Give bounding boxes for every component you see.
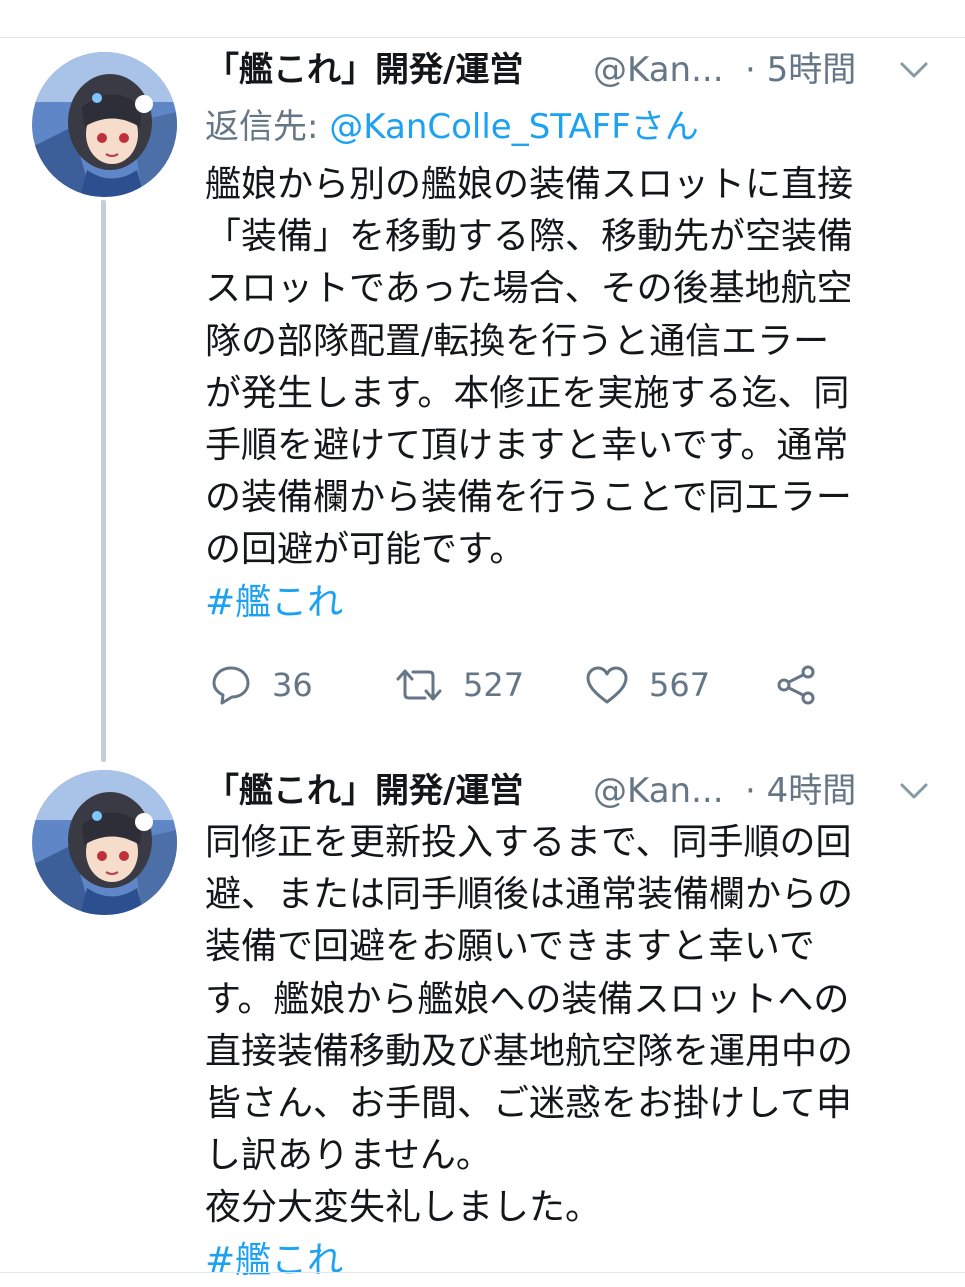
tweet-text-line: す。艦娘から艦娘への装備スロットへの	[205, 978, 850, 1020]
chevron-down-icon[interactable]	[898, 779, 930, 803]
share-nodes-icon	[777, 665, 815, 705]
tweet-text-line: 装備で回避をお願いできますと幸いで	[205, 926, 815, 968]
tweet-text-line: 皆さん、お手間、ご迷惑をお掛けして申	[205, 1082, 852, 1124]
tweet-text-line: 「装備」を移動する際、移動先が空装備	[205, 216, 854, 258]
tweet-text-line: が発生します。本修正を実施する迄、同	[205, 372, 850, 414]
tweet-text-line: 手順を避けて頂けますと幸いです。通常	[205, 424, 849, 466]
reply-label: 返信先:	[205, 107, 319, 147]
reply-mention-link[interactable]: @KanColle_STAFFさん	[329, 107, 699, 147]
bottom-divider	[0, 1272, 965, 1273]
avatar[interactable]	[32, 770, 177, 915]
retweet-count: 527	[463, 666, 525, 704]
tweet-text: 艦娘から別の艦娘の装備スロットに直接 「装備」を移動する際、移動先が空装備 スロ…	[205, 159, 935, 629]
top-divider	[0, 37, 965, 38]
tweet-text: 同修正を更新投入するまで、同手順の回 避、または同手順後は通常装備欄からの 装備…	[205, 817, 935, 1287]
tweet-2[interactable]: 「艦これ」開発/運営 @Kan... · 4時間 同修正を更新投入するまで、同手…	[205, 761, 935, 1287]
like-button[interactable]: 567	[585, 655, 710, 715]
retweet-button[interactable]: 527	[395, 655, 524, 715]
tweet-actions: 36 527 567	[205, 655, 865, 715]
tweet-text-line: の回避が可能です。	[205, 529, 526, 571]
author-name[interactable]: 「艦これ」開発/運営	[205, 761, 523, 821]
retweet-arrows-icon	[396, 669, 442, 701]
tweet-timestamp[interactable]: · 5時間	[745, 40, 856, 100]
like-count: 567	[649, 666, 711, 704]
tweet-header: 「艦これ」開発/運営 @Kan... · 5時間	[205, 40, 935, 100]
tweet-1[interactable]: 「艦これ」開発/運営 @Kan... · 5時間 返信先: @KanColle_…	[205, 40, 935, 629]
tweet-text-line: 直接装備移動及び基地航空隊を運用中の	[205, 1030, 854, 1072]
speech-bubble-icon	[212, 666, 250, 705]
tweet-text-line: スロットであった場合、その後基地航空	[205, 268, 853, 310]
avatar-image	[32, 770, 177, 915]
chevron-down-icon[interactable]	[898, 58, 930, 82]
author-name[interactable]: 「艦これ」開発/運営	[205, 40, 523, 100]
reply-count: 36	[272, 666, 313, 704]
hashtag-link[interactable]: #艦これ	[205, 577, 935, 629]
hashtag-link[interactable]: #艦これ	[205, 1235, 935, 1287]
share-button[interactable]	[775, 655, 817, 715]
tweet-timestamp[interactable]: · 4時間	[745, 761, 856, 821]
tweet-text-line: 夜分大変失礼しました。	[205, 1187, 602, 1229]
tweet-text-line: し訳ありません。	[205, 1135, 492, 1177]
tweet-header: 「艦これ」開発/運営 @Kan... · 4時間	[205, 761, 935, 821]
reply-context: 返信先: @KanColle_STAFFさん	[205, 100, 935, 154]
heart-icon	[586, 666, 628, 704]
thread-connector-line	[101, 200, 106, 762]
tweet-text-line: 隊の部隊配置/転換を行うと通信エラー	[205, 320, 830, 362]
tweet-text-line: 避、または同手順後は通常装備欄からの	[205, 874, 854, 916]
avatar-image	[32, 52, 177, 197]
author-handle[interactable]: @Kan...	[593, 761, 724, 821]
author-handle[interactable]: @Kan...	[593, 40, 724, 100]
tweet-text-line: 同修正を更新投入するまで、同手順の回	[205, 822, 852, 863]
reply-button[interactable]: 36	[210, 655, 313, 715]
tweet-text-line: 艦娘から別の艦娘の装備スロットに直接	[205, 164, 854, 205]
avatar[interactable]	[32, 52, 177, 197]
tweet-text-line: の装備欄から装備を行うことで同エラー	[205, 477, 852, 519]
